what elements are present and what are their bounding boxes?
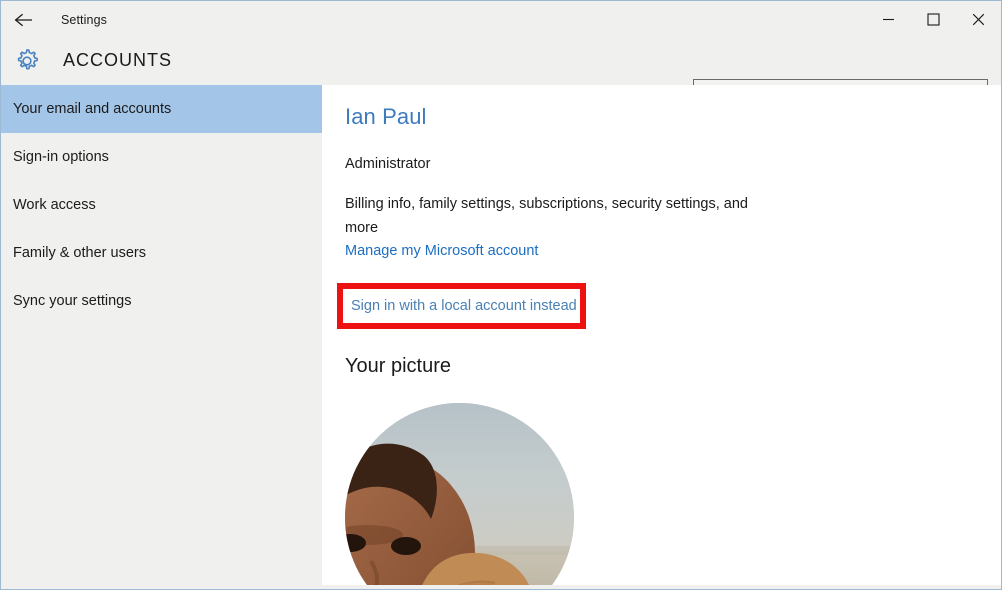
settings-window: Settings ACCOUNTS Find a setting Your em…: [0, 0, 1002, 590]
account-description: Billing info, family settings, subscript…: [345, 196, 748, 236]
sidebar-item-sign-in-options[interactable]: Sign-in options: [1, 133, 322, 181]
user-profile-photo: [345, 403, 574, 589]
title-bar: Settings: [1, 1, 1001, 38]
window-title: Settings: [61, 12, 107, 27]
sidebar-item-label: Your email and accounts: [13, 101, 172, 117]
window-controls: [866, 1, 1001, 38]
maximize-icon: [927, 13, 940, 26]
minimize-button[interactable]: [866, 1, 911, 38]
your-picture-heading: Your picture: [345, 355, 451, 377]
account-name: Ian Paul: [345, 104, 427, 129]
gear-icon: [11, 45, 43, 77]
back-button[interactable]: [1, 1, 47, 38]
window-bottom-strip: [1, 585, 1001, 589]
sidebar-item-label: Sync your settings: [13, 293, 132, 309]
page-title: ACCOUNTS: [63, 50, 173, 70]
highlight-annotation-box: Sign in with a local account instead: [337, 283, 586, 329]
manage-microsoft-account-link[interactable]: Manage my Microsoft account: [345, 243, 538, 259]
sidebar-item-label: Work access: [13, 197, 96, 213]
sidebar-item-your-email-and-accounts[interactable]: Your email and accounts: [1, 85, 322, 133]
sidebar-item-label: Family & other users: [13, 245, 146, 261]
minimize-icon: [882, 13, 895, 26]
sidebar-item-work-access[interactable]: Work access: [1, 181, 322, 229]
avatar[interactable]: [345, 403, 574, 589]
maximize-button[interactable]: [911, 1, 956, 38]
sidebar-nav: Your email and accounts Sign-in options …: [1, 85, 322, 589]
page-header: ACCOUNTS: [1, 38, 1001, 108]
sidebar-item-sync-your-settings[interactable]: Sync your settings: [1, 277, 322, 325]
sign-in-local-account-link[interactable]: Sign in with a local account instead: [351, 298, 577, 314]
content-panel: Ian Paul Administrator Billing info, fam…: [322, 85, 1001, 589]
sidebar-item-label: Sign-in options: [13, 149, 109, 165]
body-area: Your email and accounts Sign-in options …: [1, 85, 1001, 589]
close-icon: [972, 13, 985, 26]
account-role: Administrator: [345, 156, 431, 172]
back-arrow-icon: [13, 12, 35, 28]
sidebar-item-family-and-other-users[interactable]: Family & other users: [1, 229, 322, 277]
close-button[interactable]: [956, 1, 1001, 38]
